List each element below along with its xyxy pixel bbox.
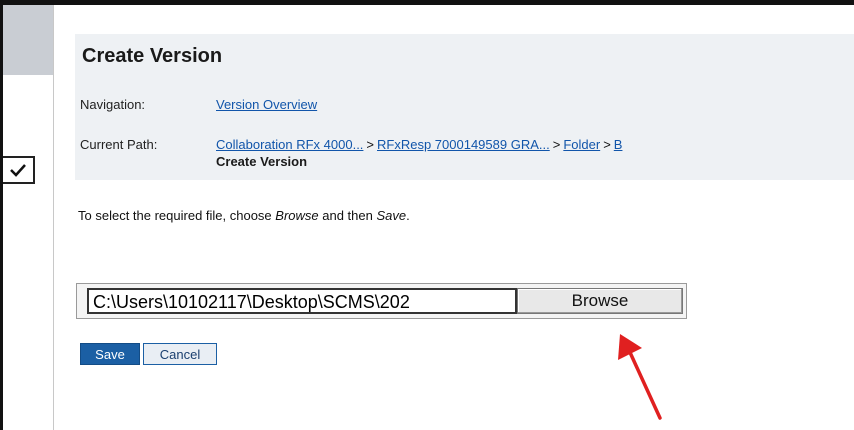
breadcrumb-item-collaboration[interactable]: Collaboration RFx 4000...	[216, 137, 363, 152]
breadcrumb-separator: >	[603, 137, 611, 152]
cancel-button[interactable]: Cancel	[143, 343, 217, 365]
annotation-arrow-icon	[618, 334, 662, 420]
file-path-input[interactable]: C:\Users\10102117\Desktop\SCMS\202	[87, 288, 517, 314]
page-title: Create Version	[82, 45, 223, 67]
instruction-suffix: .	[406, 208, 410, 223]
checkmark-icon	[10, 164, 26, 177]
selection-checkbox[interactable]	[3, 156, 35, 184]
save-button[interactable]: Save	[80, 343, 140, 365]
version-overview-link[interactable]: Version Overview	[216, 97, 317, 112]
window-frame-top	[0, 0, 854, 5]
breadcrumb-separator: >	[366, 137, 375, 152]
instruction-middle: and then	[318, 208, 377, 223]
breadcrumb-current: Create Version	[216, 154, 308, 169]
current-path-label: Current Path:	[80, 137, 158, 152]
instruction-save-word: Save	[376, 208, 407, 223]
navigation-label: Navigation:	[80, 97, 146, 112]
breadcrumb-separator: >	[552, 137, 561, 152]
breadcrumb-item-rfxresp[interactable]: RFxResp 7000149589 GRA...	[377, 137, 550, 152]
breadcrumb: Collaboration RFx 4000... > RFxResp 700014…	[216, 137, 622, 152]
browse-button[interactable]: Browse	[517, 288, 683, 314]
instruction-text: To select the required file, choose Brow…	[78, 208, 410, 223]
breadcrumb-item-truncated[interactable]: B	[614, 137, 623, 152]
breadcrumb-item-folder[interactable]: Folder	[563, 137, 600, 152]
instruction-prefix: To select the required file, choose	[78, 208, 276, 223]
instruction-browse-word: Browse	[275, 208, 319, 223]
left-side-panel-header	[3, 5, 53, 75]
